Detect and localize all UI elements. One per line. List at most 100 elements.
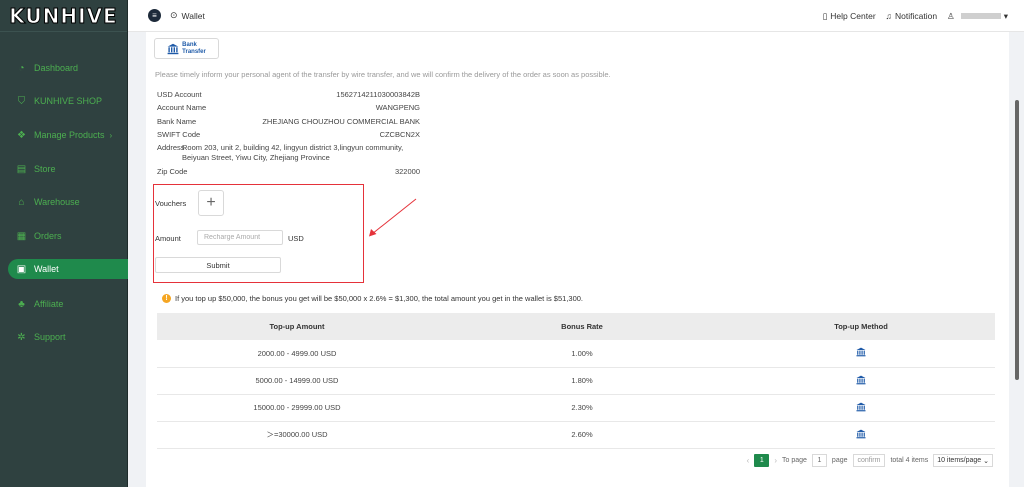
wallet-icon: ▣ [16,263,27,275]
bank-info-value: CZCBCN2X [379,130,420,139]
amount-label: Amount [155,234,181,243]
bank-info-value: ZHEJIANG CHOUZHOU COMMERCIAL BANK [262,117,420,126]
pagination: ‹ 1 › To page 1 page confirm total 4 ite… [747,454,993,467]
bonus-tip: ! If you top up $50,000, the bonus you g… [162,294,583,303]
bank-info-row: Address Room 203, unit 2, building 42, li… [157,143,420,165]
plus-icon: + [206,194,216,211]
page-size-select[interactable]: 10 items/page ⌄ [933,454,993,467]
store-icon: ▤ [16,163,27,175]
page-label: page [831,457,848,464]
transfer-notice: Please timely inform your personal agent… [155,70,611,79]
top-bar: ≡ ⊙ Wallet ▯ Help Center ♫ Notification ♙ ▾ [128,0,1024,32]
topup-amount-cell: 15000.00 - 29999.00 USD [157,394,437,422]
page-number-input[interactable]: 1 [811,454,827,467]
bank-info-value: 1562714211030003842B [336,90,420,99]
scrollbar-thumb[interactable] [1015,100,1019,380]
topup-amount-cell: ＞=30000.00 USD [157,421,437,449]
confirm-page-button[interactable]: confirm [852,454,886,467]
user-menu[interactable]: ♙ ▾ [947,11,1008,22]
shop-bag-icon: ⛉ [17,95,26,107]
username-redacted [960,12,1001,19]
notification-label: Notification [895,11,938,21]
topup-amount-cell: 2000.00 - 4999.00 USD [157,340,437,368]
sidebar-item-label: Store [34,164,56,174]
bell-icon: ♫ [885,11,893,21]
topup-method-cell [727,394,995,422]
column-header: Bonus Rate [437,313,727,340]
sidebar-item-support[interactable]: ✲ Support [0,327,128,347]
document-icon: ▯ [822,10,828,21]
sidebar-item-dashboard[interactable]: ◔ Dashboard [0,58,128,78]
bank-icon[interactable] [856,429,866,439]
topup-method-cell [727,367,995,395]
bank-info-label: Address [157,143,185,152]
total-items: total 4 items [890,457,929,464]
user-icon: ♙ [947,10,955,21]
prev-page-icon[interactable]: ‹ [747,456,750,465]
table-row: 15000.00 - 29999.00 USD 2.30% [157,394,995,422]
sidebar-item-affiliate[interactable]: ♣ Affiliate [0,294,128,314]
sidebar-item-label: Manage Products [34,130,105,140]
sidebar-item-label: Support [34,332,66,342]
affiliate-icon: ♣ [18,298,25,310]
warehouse-icon: ⌂ [18,196,25,208]
bank-info-label: USD Account [157,90,202,99]
notification-link[interactable]: ♫ Notification [886,11,937,21]
table-row: 5000.00 - 14999.00 USD 1.80% [157,367,995,395]
sidebar-item-wallet[interactable]: ▣ Wallet [8,259,128,279]
dashboard-icon: ◔ [18,62,25,74]
next-page-icon[interactable]: › [774,456,777,465]
sidebar-item-label: KUNHIVE SHOP [34,96,103,106]
brand-logo[interactable]: KUNHIVE [0,0,127,32]
sidebar-item-label: Dashboard [34,63,79,73]
table-header-row: Top-up Amount Bonus Rate Top-up Method [157,313,995,340]
bank-info-label: SWIFT Code [157,130,201,139]
bonus-table: Top-up Amount Bonus Rate Top-up Method 2… [157,313,995,449]
sidebar-item-kunhive-shop[interactable]: ⛉ KUNHIVE SHOP [0,91,128,111]
bonus-rate-cell: 1.80% [437,367,727,395]
bank-icon [167,43,179,54]
support-icon: ✲ [17,331,26,343]
table-row: 2000.00 - 4999.00 USD 1.00% [157,340,995,368]
breadcrumb-current: Wallet [181,10,205,21]
bank-transfer-method-button[interactable]: Bank Transfer [154,38,219,59]
bank-info-value: 322000 [394,167,420,176]
table-row: ＞=30000.00 USD 2.60% [157,421,995,449]
bank-icon[interactable] [856,402,866,412]
logo-text: KUNHIVE [9,3,118,28]
submit-button[interactable]: Submit [155,257,281,273]
bank-icon[interactable] [856,347,866,357]
sidebar-item-warehouse[interactable]: ⌂ Warehouse [0,192,128,212]
chevron-right-icon: › [109,130,113,140]
bank-info-value: Room 203, unit 2, building 42, lingyun d… [182,143,404,162]
sidebar-item-manage-products[interactable]: ❖ Manage Products › [0,125,128,145]
help-center-link[interactable]: ▯ Help Center [823,11,876,22]
location-pin-icon: ⊙ [170,10,178,20]
bank-info-label: Zip Code [157,167,188,176]
currency-label: USD [288,234,304,243]
sidebar-item-label: Affiliate [34,299,64,309]
bank-icon[interactable] [856,375,866,385]
breadcrumb: ⊙ Wallet [170,10,205,21]
sidebar-item-orders[interactable]: ▦ Orders [0,226,128,246]
vouchers-label: Vouchers [155,199,187,208]
warning-icon: ! [162,294,171,303]
bonus-rate-cell: 2.30% [437,394,727,422]
bonus-tip-text: If you top up $50,000, the bonus you get… [175,294,583,303]
help-center-label: Help Center [830,10,876,21]
upload-voucher-button[interactable]: + [198,190,224,216]
topup-method-cell [727,340,995,368]
bonus-rate-cell: 1.00% [437,340,727,368]
sidebar-item-label: Orders [34,231,62,241]
page-1-button[interactable]: 1 [754,454,770,467]
column-header: Top-up Amount [157,313,437,340]
caret-down-icon: ▾ [1003,10,1008,21]
bonus-rate-cell: 2.60% [437,421,727,449]
sidebar-item-store[interactable]: ▤ Store [0,159,128,179]
column-header: Top-up Method [727,313,995,340]
recharge-amount-input[interactable] [197,230,283,245]
bank-info-label: Bank Name [157,117,197,126]
bank-info-label: Account Name [157,103,207,112]
menu-toggle-icon[interactable]: ≡ [148,9,161,22]
bank-info-value: WANGPENG [375,103,420,112]
